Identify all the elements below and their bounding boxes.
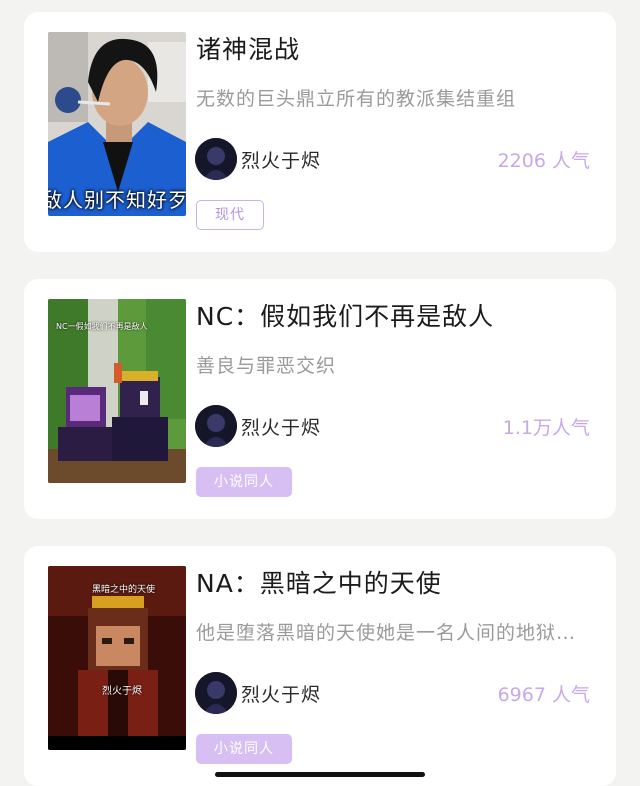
cover-caption: 敌人别不知好歹 — [48, 188, 186, 212]
popularity-count: 1.1万人气 — [502, 417, 590, 439]
story-title[interactable]: NA：黑暗之中的天使 — [196, 564, 442, 600]
story-title[interactable]: NC：假如我们不再是敌人 — [196, 297, 494, 333]
popularity-count: 2206 人气 — [497, 150, 590, 172]
story-description: 无数的巨头鼎立所有的教派集结重组 — [196, 88, 517, 110]
popularity-count: 6967 人气 — [497, 684, 590, 706]
genre-tag[interactable]: 现代 — [196, 200, 264, 230]
story-card[interactable]: NC一假如我们不再是敌人 NC：假如我们不再是敌人 善良与罪恶交织 烈火于烬 1… — [24, 279, 616, 519]
story-description: 他是堕落黑暗的天使她是一名人间的地狱… — [196, 622, 577, 644]
author-avatar[interactable] — [195, 138, 237, 180]
genre-tag[interactable]: 小说同人 — [196, 467, 292, 497]
story-card[interactable]: 黑暗之中的天使 烈火于烬 NA：黑暗之中的天使 他是堕落黑暗的天使她是一名人间的… — [24, 546, 616, 786]
author-avatar[interactable] — [195, 405, 237, 447]
story-title[interactable]: 诸神混战 — [196, 30, 300, 66]
story-cover-image[interactable]: 敌人别不知好歹 — [48, 32, 186, 216]
story-cover-image[interactable]: NC一假如我们不再是敌人 — [48, 299, 186, 483]
cover-caption-top: 黑暗之中的天使 — [92, 585, 156, 595]
cover-caption-bottom: 烈火于烬 — [102, 686, 142, 697]
author-avatar[interactable] — [195, 672, 237, 714]
story-description: 善良与罪恶交织 — [196, 355, 337, 377]
story-card[interactable]: 敌人别不知好歹 诸神混战 无数的巨头鼎立所有的教派集结重组 烈火于烬 2206 … — [24, 12, 616, 252]
story-cover-image[interactable]: 黑暗之中的天使 烈火于烬 — [48, 566, 186, 750]
author-name[interactable]: 烈火于烬 — [241, 680, 321, 707]
cover-caption: NC一假如我们不再是敌人 — [56, 322, 148, 331]
home-indicator[interactable] — [215, 772, 425, 777]
author-name[interactable]: 烈火于烬 — [241, 413, 321, 440]
author-name[interactable]: 烈火于烬 — [241, 146, 321, 173]
genre-tag[interactable]: 小说同人 — [196, 734, 292, 764]
